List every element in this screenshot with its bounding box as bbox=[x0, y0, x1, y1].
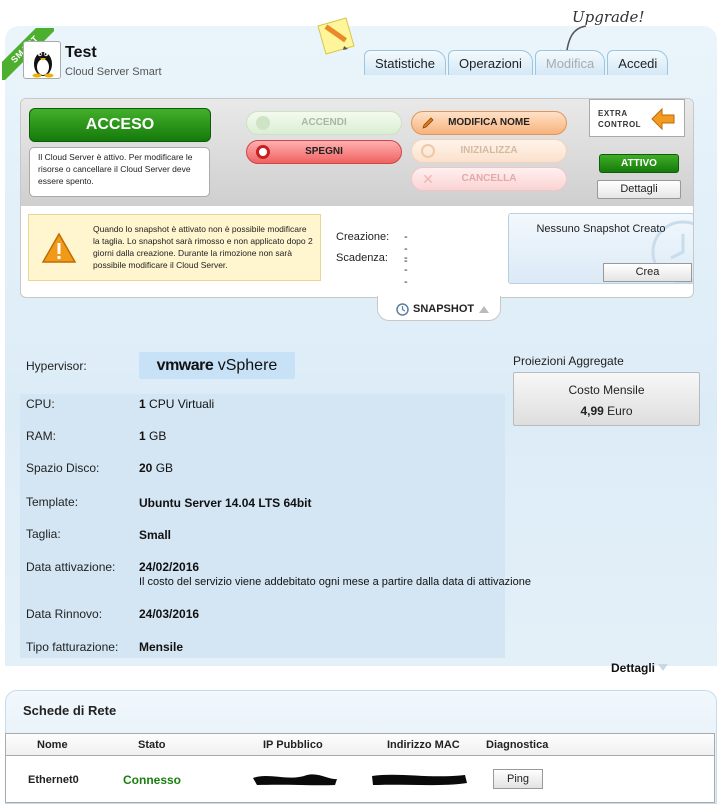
ram-label: RAM: bbox=[26, 429, 56, 443]
col-nome: Nome bbox=[37, 739, 68, 751]
cpu-count: 1 bbox=[139, 397, 146, 411]
details-link-label: Dettagli bbox=[611, 661, 656, 675]
chevron-down-icon bbox=[658, 664, 669, 671]
spegni-button[interactable]: SPEGNI bbox=[246, 140, 402, 164]
template-value: Ubuntu Server 14.04 LTS 64bit bbox=[139, 496, 312, 510]
size-value: Small bbox=[139, 528, 172, 542]
snapshot-toggle-tab[interactable]: SNAPSHOT bbox=[377, 296, 501, 321]
modifica-nome-label: MODIFICA NOME bbox=[448, 117, 530, 128]
col-mac: Indirizzo MAC bbox=[387, 739, 460, 751]
extra-control-line2: CONTROL bbox=[598, 120, 642, 129]
pencil-note-icon bbox=[317, 17, 355, 55]
stop-icon bbox=[256, 145, 270, 159]
hypervisor-label: Hypervisor: bbox=[26, 359, 87, 373]
snapshot-warning: Quando lo snapshot è attivato non è poss… bbox=[28, 214, 321, 281]
size-label: Taglia: bbox=[26, 527, 61, 541]
details-toggle-link[interactable]: Dettagli bbox=[611, 661, 669, 675]
snapshot-status-box: Nessuno Snapshot Creato Crea bbox=[508, 213, 693, 284]
inizializza-button: INIZIALIZZA bbox=[411, 139, 567, 163]
cpu-label: CPU: bbox=[26, 397, 55, 411]
disk-label: Spazio Disco: bbox=[26, 461, 100, 475]
vmware-brand: vmware bbox=[156, 357, 214, 374]
ram-unit: GB bbox=[145, 429, 167, 443]
disk-unit: GB bbox=[152, 461, 174, 475]
cpu-value: 1 CPU Virtuali bbox=[139, 397, 214, 411]
extra-control-status-button[interactable]: ATTIVO bbox=[599, 154, 679, 173]
snapshot-status: Nessuno Snapshot Creato bbox=[536, 223, 666, 235]
server-name: Test bbox=[65, 44, 97, 61]
snapshot-tab-label: SNAPSHOT bbox=[413, 303, 475, 315]
spegni-label: SPEGNI bbox=[305, 146, 343, 157]
disk-value: 20 GB bbox=[139, 461, 173, 475]
modifica-nome-button[interactable]: MODIFICA NOME bbox=[411, 111, 567, 135]
close-icon: ✕ bbox=[422, 171, 434, 187]
status-note: Il Cloud Server è attivo. Per modificare… bbox=[29, 147, 210, 197]
snapshot-warning-text: Quando lo snapshot è attivato non è poss… bbox=[93, 224, 313, 270]
edit-pencil-icon bbox=[421, 116, 435, 130]
redacted-mac-icon bbox=[372, 774, 467, 786]
control-card: ACCESO Il Cloud Server è attivo. Per mod… bbox=[20, 98, 694, 298]
template-label: Template: bbox=[26, 495, 79, 509]
ram-amount: 1 bbox=[139, 429, 146, 443]
activation-label: Data attivazione: bbox=[26, 560, 116, 574]
tab-modifica: Modifica bbox=[534, 50, 606, 75]
snapshot-expiry: Scadenza: --- bbox=[336, 252, 408, 288]
power-status-button[interactable]: ACCESO bbox=[29, 108, 211, 142]
tab-statistiche[interactable]: Statistiche bbox=[364, 50, 446, 75]
monthly-cost-label: Costo Mensile bbox=[568, 383, 645, 397]
network-title: Schede di Rete bbox=[23, 703, 117, 718]
vsphere-product: vSphere bbox=[213, 357, 278, 374]
monthly-cost-value: 4,99 Euro bbox=[514, 404, 699, 418]
extra-control-icon bbox=[651, 107, 675, 131]
clock-icon bbox=[396, 303, 409, 316]
cost-amount: 4,99 bbox=[580, 404, 604, 418]
nic-status: Connesso bbox=[123, 773, 182, 787]
cost-unit: Euro bbox=[603, 404, 633, 418]
snapshot-creation: Creazione: --- bbox=[336, 231, 408, 267]
billing-label: Tipo fatturazione: bbox=[26, 640, 119, 654]
ram-value: 1 GB bbox=[139, 429, 166, 443]
network-table: Nome Stato IP Pubblico Indirizzo MAC Dia… bbox=[5, 733, 715, 803]
nic-name: Ethernet0 bbox=[28, 774, 79, 786]
tab-operazioni[interactable]: Operazioni bbox=[447, 50, 533, 75]
create-snapshot-button[interactable]: Crea bbox=[603, 263, 692, 282]
network-table-header: Nome Stato IP Pubblico Indirizzo MAC Dia… bbox=[6, 734, 714, 756]
expiry-label: Scadenza: bbox=[336, 252, 388, 264]
inizializza-label: INIZIALIZZA bbox=[460, 145, 518, 156]
tab-accedi[interactable]: Accedi bbox=[607, 50, 669, 75]
tux-os-icon bbox=[23, 41, 61, 79]
cpu-unit: CPU Virtuali bbox=[145, 397, 215, 411]
warning-icon bbox=[41, 232, 77, 263]
disk-amount: 20 bbox=[139, 461, 153, 475]
cancella-label: CANCELLA bbox=[461, 173, 517, 184]
ping-button[interactable]: Ping bbox=[493, 769, 543, 789]
tab-bar: Statistiche Operazioni Modifica Accedi bbox=[364, 50, 670, 75]
activation-note: Il costo del servizio viene addebitato o… bbox=[139, 576, 531, 588]
extra-control-logo: EXTRA CONTROL bbox=[589, 99, 685, 137]
redacted-ip-icon bbox=[253, 774, 337, 786]
extra-control-panel: EXTRA CONTROL ATTIVO Dettagli bbox=[589, 99, 685, 206]
server-type: Cloud Server Smart bbox=[65, 66, 162, 78]
renewal-label: Data Rinnovo: bbox=[26, 607, 103, 621]
accendi-label: ACCENDI bbox=[301, 117, 347, 128]
expiry-value: --- bbox=[404, 252, 408, 288]
activation-value: 24/02/2016 bbox=[139, 560, 200, 574]
extra-control-details-button[interactable]: Dettagli bbox=[597, 180, 681, 199]
refresh-icon bbox=[421, 144, 435, 158]
creation-label: Creazione: bbox=[336, 231, 390, 243]
projections-title: Proiezioni Aggregate bbox=[513, 354, 624, 368]
vmware-vsphere-logo: vmware vSphere bbox=[139, 352, 295, 379]
play-icon bbox=[256, 116, 270, 130]
renewal-value: 24/03/2016 bbox=[139, 607, 200, 621]
col-stato: Stato bbox=[138, 739, 166, 751]
extra-control-line1: EXTRA bbox=[598, 109, 628, 118]
cancella-button: ✕ CANCELLA bbox=[411, 167, 567, 191]
billing-value: Mensile bbox=[139, 640, 184, 654]
chevron-up-icon bbox=[479, 306, 489, 313]
accendi-button: ACCENDI bbox=[246, 111, 402, 135]
col-diagnostica: Diagnostica bbox=[486, 739, 549, 751]
monthly-cost-box: Costo Mensile 4,99 Euro bbox=[513, 372, 700, 426]
col-ip: IP Pubblico bbox=[263, 739, 323, 751]
